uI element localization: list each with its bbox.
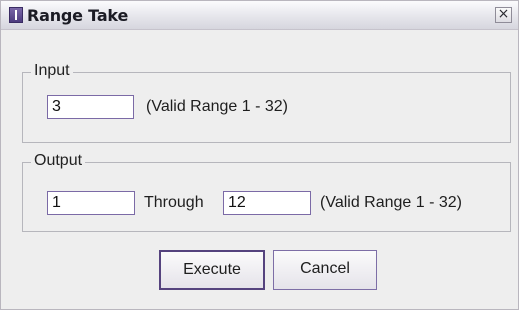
title-bar[interactable]: Range Take × (1, 1, 518, 30)
close-icon[interactable]: × (495, 7, 512, 23)
dialog-title: Range Take (27, 6, 129, 25)
output-group-legend: Output (31, 152, 86, 170)
output-to-field[interactable] (223, 191, 311, 215)
range-take-dialog: Range Take × Input (Valid Range 1 - 32) … (0, 0, 519, 310)
cancel-button[interactable]: Cancel (273, 250, 377, 290)
output-valid-range-label: (Valid Range 1 - 32) (320, 194, 462, 211)
execute-button[interactable]: Execute (159, 250, 265, 290)
output-from-field[interactable] (47, 191, 135, 215)
input-group-legend: Input (31, 62, 73, 80)
input-group: Input (Valid Range 1 - 32) (22, 62, 511, 143)
input-value-field[interactable] (47, 95, 134, 119)
input-valid-range-label: (Valid Range 1 - 32) (146, 98, 288, 115)
app-icon (9, 7, 23, 23)
through-label: Through (144, 194, 204, 211)
output-group: Output Through (Valid Range 1 - 32) (22, 152, 511, 232)
